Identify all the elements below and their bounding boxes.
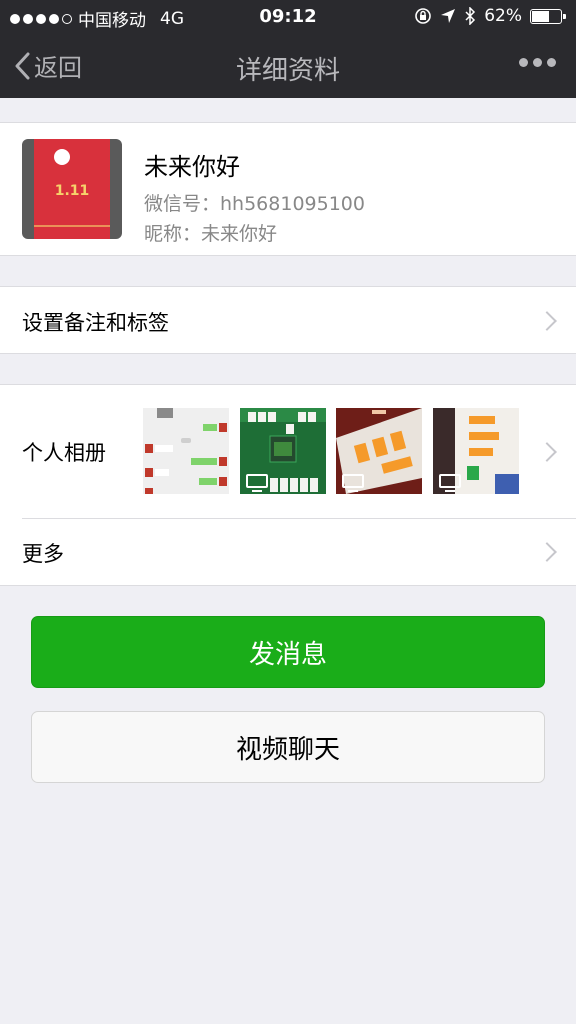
location-arrow-icon [441,9,456,23]
wechat-id: 微信号：hh5681095100 [144,193,365,215]
nickname: 昵称：未来你好 [144,223,278,245]
remark-tags-label: 设置备注和标签 [22,311,169,335]
status-bar: 中国移动 4G 09:12 62% [0,0,576,34]
video-chat-button[interactable]: 视频聊天 [31,711,545,783]
album-photo-mahjong[interactable] [240,408,326,494]
profile-name: 未来你好 [144,153,240,181]
top-bar: 中国移动 4G 09:12 62% 返回 详细资料 [0,0,576,98]
chevron-right-icon [537,442,557,462]
status-right: 62% [414,6,566,26]
more-row[interactable]: 更多 [0,518,576,586]
chat-screenshot-image [143,408,229,494]
set-remark-tags-row[interactable]: 设置备注和标签 [0,286,576,354]
album-photo-phone-game[interactable] [433,408,519,494]
chevron-right-icon [537,542,557,562]
more-label: 更多 [22,542,64,566]
video-icon [342,474,364,492]
orientation-lock-icon [415,8,432,24]
avatar-face-icon [54,149,70,165]
album-photo-chat[interactable] [143,408,229,494]
album-label: 个人相册 [22,441,106,465]
page-title: 详细资料 [235,56,340,86]
chevron-right-icon [537,311,557,331]
nav-bar: 返回 详细资料 [0,34,576,98]
video-icon [439,474,461,492]
battery-icon [530,8,566,24]
send-message-button[interactable]: 发消息 [31,616,545,688]
avatar-amount: 1.11 [54,183,90,199]
avatar[interactable]: 1.11 [22,139,122,239]
video-icon [246,474,268,492]
bluetooth-icon [465,7,476,25]
profile-card: 1.11 未来你好 微信号：hh5681095100 昵称：未来你好 [0,122,576,256]
more-options-icon[interactable] [519,58,556,67]
battery-percent: 62% [484,6,522,26]
avatar-divider [34,225,110,227]
album-photo-cards[interactable] [336,408,422,494]
personal-album-row[interactable]: 个人相册 [0,384,576,518]
